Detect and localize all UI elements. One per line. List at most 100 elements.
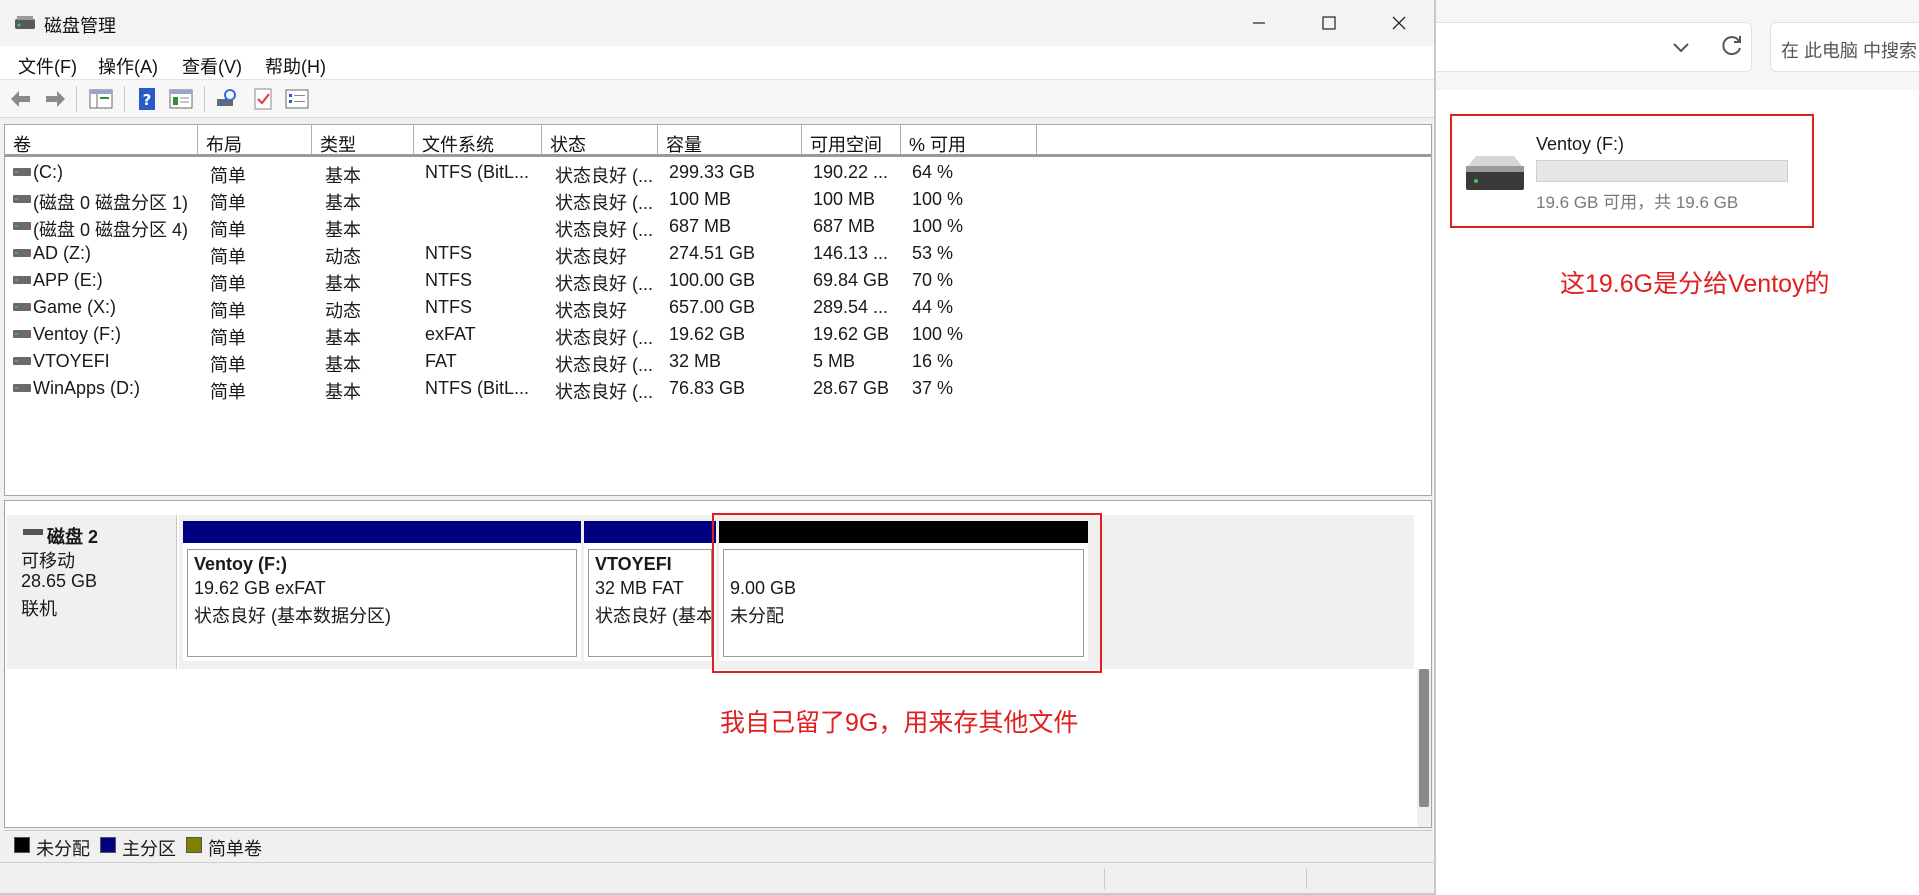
partition-color-stripe — [584, 521, 716, 543]
table-row[interactable]: Ventoy (F:) 简单 基本 exFAT 状态良好 (... 19.62 GB 19.… — [5, 321, 1431, 348]
status-bar — [0, 862, 1434, 893]
volume-icon — [13, 168, 31, 176]
menu-view[interactable]: 查看(V) — [182, 53, 242, 79]
table-row[interactable]: VTOYEFI 简单 基本 FAT 状态良好 (... 32 MB 5 MB 16 % — [5, 348, 1431, 375]
table-cell: AD (Z:) — [33, 243, 91, 263]
table-cell: 64 % — [912, 162, 954, 182]
table-cell: 简单 — [210, 193, 246, 213]
table-cell: 状态良好 (... — [555, 220, 653, 240]
toolbar: ? — [0, 80, 1434, 118]
drive-size-text: 19.6 GB 可用，共 19.6 GB — [1536, 193, 1739, 212]
menu-action[interactable]: 操作(A) — [98, 53, 158, 79]
settings-list-icon[interactable] — [284, 86, 310, 112]
drive-tile-ventoy[interactable]: Ventoy (F:) 19.6 GB 可用，共 19.6 GB — [1450, 114, 1814, 228]
table-cell: 76.83 GB — [669, 378, 746, 398]
table-row[interactable]: (磁盘 0 磁盘分区 1) 简单 基本 状态良好 (... 100 MB 100 MB 10… — [5, 186, 1431, 213]
legend-swatch-unallocated — [14, 837, 30, 853]
table-cell: 100 MB — [669, 189, 732, 209]
column-header-free-space[interactable]: 可用空间 — [802, 125, 901, 155]
title-bar[interactable]: 磁盘管理 — [0, 0, 1434, 46]
partition-body: VTOYEFI 32 MB FAT 状态良好 (基本 — [588, 549, 712, 657]
table-cell: 基本 — [325, 274, 361, 294]
table-row[interactable]: (C:) 简单 基本 NTFS (BitL... 状态良好 (... 299.33 GB 1… — [5, 159, 1431, 186]
vertical-scrollbar[interactable] — [1417, 669, 1431, 827]
window-title: 磁盘管理 — [44, 16, 116, 36]
table-cell: 687 MB — [813, 216, 876, 236]
table-row[interactable]: AD (Z:) 简单 动态 NTFS 状态良好 274.51 GB 146.13 ... 53… — [5, 240, 1431, 267]
table-row[interactable]: (磁盘 0 磁盘分区 4) 简单 基本 状态良好 (... 687 MB 687 MB 10… — [5, 213, 1431, 240]
table-cell: 状态良好 — [555, 247, 627, 267]
maximize-icon — [1322, 16, 1336, 30]
toolbar-separator — [76, 86, 77, 112]
table-cell: 299.33 GB — [669, 162, 756, 182]
partition-vtoyefi[interactable]: VTOYEFI 32 MB FAT 状态良好 (基本 — [584, 521, 716, 661]
table-cell: 100 % — [912, 324, 964, 344]
partition-ventoy[interactable]: Ventoy (F:) 19.62 GB exFAT 状态良好 (基本数据分区) — [183, 521, 581, 661]
table-cell: 687 MB — [669, 216, 732, 236]
disk-type: 可移动 — [21, 551, 75, 571]
table-cell: 100 MB — [813, 189, 876, 209]
menu-help[interactable]: 帮助(H) — [265, 53, 326, 79]
maximize-button[interactable] — [1294, 0, 1364, 46]
help-icon[interactable]: ? — [134, 86, 160, 112]
table-row[interactable]: WinApps (D:) 简单 基本 NTFS (BitL... 状态良好 (... 76… — [5, 375, 1431, 402]
table-cell: 100 % — [912, 189, 964, 209]
check-icon[interactable] — [250, 86, 276, 112]
back-icon[interactable] — [8, 86, 34, 112]
table-cell: 简单 — [210, 301, 246, 321]
toolbar-separator — [124, 86, 125, 112]
table-cell: 基本 — [325, 166, 361, 186]
table-cell: NTFS (BitL... — [425, 162, 530, 182]
explorer-address-area: 在 此电脑 中搜索 — [1432, 0, 1919, 90]
minimize-button[interactable] — [1224, 0, 1294, 46]
column-header-capacity[interactable]: 容量 — [658, 125, 802, 155]
column-header-volume[interactable]: 卷 — [5, 125, 198, 155]
table-cell: 基本 — [325, 193, 361, 213]
table-cell: (磁盘 0 磁盘分区 1) — [33, 193, 189, 213]
column-header-layout[interactable]: 布局 — [198, 125, 312, 155]
legend-swatch-primary — [100, 837, 116, 853]
table-cell: 状态良好 (... — [555, 193, 653, 213]
refresh-icon[interactable] — [1718, 32, 1746, 60]
properties-icon[interactable] — [168, 86, 194, 112]
disk-info-panel[interactable]: 磁盘 2 可移动 28.65 GB 联机 — [7, 515, 177, 669]
table-cell: 简单 — [210, 274, 246, 294]
table-cell: NTFS — [425, 297, 472, 317]
column-header-filesystem[interactable]: 文件系统 — [414, 125, 542, 155]
table-cell: 简单 — [210, 166, 246, 186]
column-header-type[interactable]: 类型 — [312, 125, 414, 155]
table-cell: 19.62 GB — [669, 324, 746, 344]
volume-icon — [13, 276, 31, 284]
table-cell: 简单 — [210, 355, 246, 375]
rescan-icon[interactable] — [214, 86, 240, 112]
disk-icon — [23, 529, 43, 535]
table-cell: (磁盘 0 磁盘分区 4) — [33, 220, 189, 240]
volume-icon — [13, 330, 31, 338]
volume-icon — [13, 195, 31, 203]
table-cell: 100.00 GB — [669, 270, 756, 290]
forward-icon[interactable] — [42, 86, 68, 112]
table-row[interactable]: Game (X:) 简单 动态 NTFS 状态良好 657.00 GB 289.54 ...… — [5, 294, 1431, 321]
table-cell: 动态 — [325, 247, 361, 267]
legend-label-primary: 主分区 — [122, 839, 176, 859]
table-cell: 146.13 ... — [813, 243, 889, 263]
close-icon — [1392, 16, 1406, 30]
menu-file[interactable]: 文件(F) — [18, 53, 77, 79]
column-header-percent-free[interactable]: % 可用 — [901, 125, 1037, 155]
table-cell: 657.00 GB — [669, 297, 756, 317]
scrollbar-thumb[interactable] — [1419, 669, 1429, 807]
table-cell: Ventoy (F:) — [33, 324, 122, 344]
chevron-down-icon[interactable] — [1668, 34, 1694, 60]
column-header-status[interactable]: 状态 — [542, 125, 658, 155]
table-row[interactable]: APP (E:) 简单 基本 NTFS 状态良好 (... 100.00 GB 69.84 … — [5, 267, 1431, 294]
volume-icon — [13, 222, 31, 230]
console-tree-icon[interactable] — [88, 86, 114, 112]
table-cell: 5 MB — [813, 351, 856, 371]
address-bar[interactable] — [1432, 22, 1752, 72]
table-cell: 53 % — [912, 243, 954, 263]
table-cell: 状态良好 (... — [555, 274, 653, 294]
drive-usage-bar — [1536, 160, 1788, 182]
table-cell: VTOYEFI — [33, 351, 110, 371]
close-button[interactable] — [1364, 0, 1434, 46]
search-input[interactable]: 在 此电脑 中搜索 — [1770, 22, 1919, 72]
